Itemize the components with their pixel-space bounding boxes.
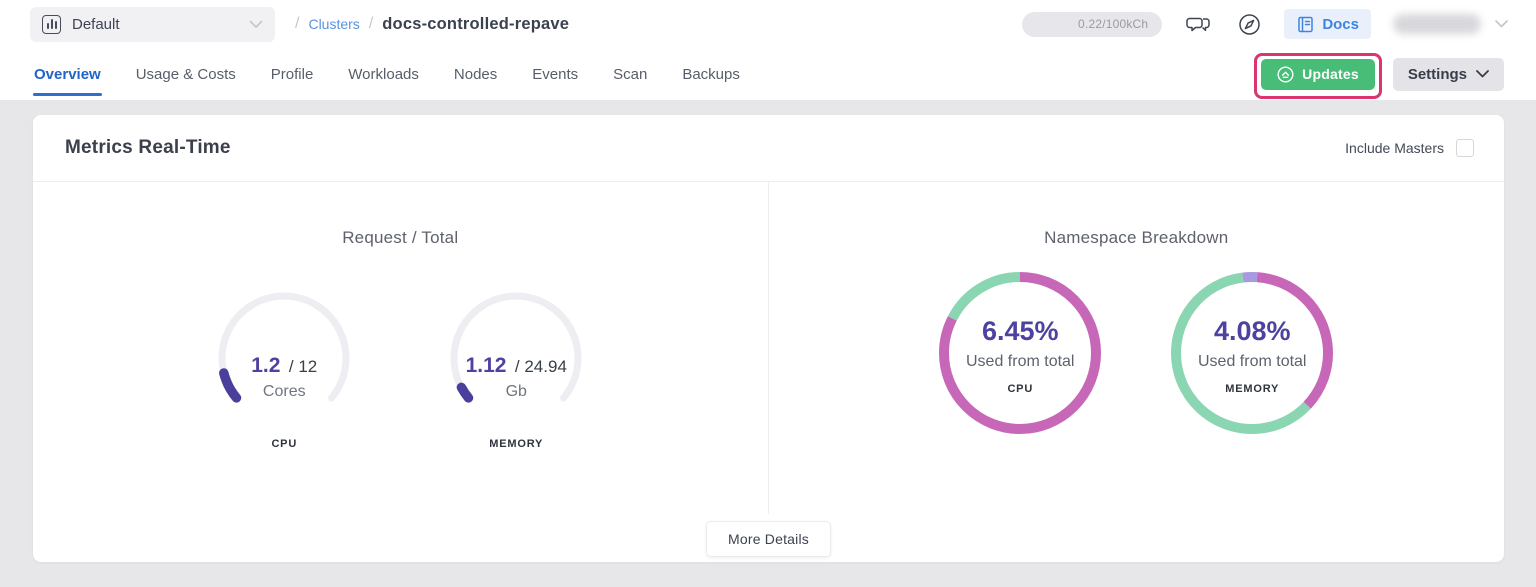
section-title-request-total: Request / Total: [342, 228, 458, 248]
tab-events[interactable]: Events: [531, 48, 579, 100]
top-bar: Default / Clusters / docs-controlled-rep…: [0, 0, 1536, 48]
cpu-metric-label: CPU: [204, 438, 364, 450]
memory-namespace-donut: 4.08% Used from total MEMORY: [1167, 268, 1337, 443]
user-menu[interactable]: [1393, 14, 1508, 34]
bar-chart-icon: [42, 15, 61, 34]
include-masters-checkbox[interactable]: [1456, 139, 1474, 157]
memory-gauge-value: 1.12: [466, 354, 507, 377]
section-title-namespace-breakdown: Namespace Breakdown: [1044, 228, 1228, 248]
compass-icon[interactable]: [1237, 12, 1262, 37]
tab-profile[interactable]: Profile: [270, 48, 315, 100]
usage-quota-badge: 0.22/100kCh: [1022, 12, 1162, 37]
breadcrumb-current-cluster: docs-controlled-repave: [382, 15, 569, 34]
upgrade-circle-icon: [1277, 66, 1294, 83]
workspace-label: Default: [72, 16, 120, 33]
memory-gauge: 1.12 / 24.94 Gb MEMORY: [436, 286, 596, 450]
settings-button[interactable]: Settings: [1393, 58, 1504, 91]
chat-icon[interactable]: [1186, 12, 1213, 36]
cpu-donut-label: Used from total: [935, 353, 1105, 371]
updates-button[interactable]: Updates: [1261, 59, 1375, 90]
memory-donut-label: Used from total: [1167, 353, 1337, 371]
cpu-gauge-total: / 12: [289, 357, 317, 376]
chevron-down-icon: [1495, 20, 1508, 28]
request-total-section: Request / Total 1.2 / 12 Cores: [33, 182, 769, 514]
page-content: Metrics Real-Time Include Masters Reques…: [0, 100, 1536, 562]
cpu-gauge-unit: Cores: [204, 383, 364, 401]
cpu-donut-value: 6.45%: [935, 316, 1105, 347]
include-masters-label: Include Masters: [1345, 140, 1444, 156]
cpu-donut-metric: CPU: [935, 383, 1105, 395]
metrics-real-time-card: Metrics Real-Time Include Masters Reques…: [33, 115, 1504, 562]
tab-backups[interactable]: Backups: [681, 48, 741, 100]
tab-usage-costs[interactable]: Usage & Costs: [135, 48, 237, 100]
breadcrumb-link-clusters[interactable]: Clusters: [308, 16, 359, 32]
cpu-namespace-donut: 6.45% Used from total CPU: [935, 268, 1105, 443]
memory-gauge-unit: Gb: [436, 383, 596, 401]
tab-scan[interactable]: Scan: [612, 48, 648, 100]
memory-donut-value: 4.08%: [1167, 316, 1337, 347]
breadcrumb: / Clusters / docs-controlled-repave: [295, 15, 569, 34]
breadcrumb-separator: /: [295, 15, 299, 33]
more-details-button[interactable]: More Details: [706, 521, 831, 557]
settings-button-label: Settings: [1408, 66, 1467, 83]
cpu-gauge: 1.2 / 12 Cores CPU: [204, 286, 364, 450]
user-name-redacted: [1393, 14, 1481, 34]
updates-button-label: Updates: [1302, 66, 1359, 82]
memory-gauge-total: / 24.94: [515, 357, 567, 376]
breadcrumb-separator: /: [369, 15, 373, 33]
memory-metric-label: MEMORY: [436, 438, 596, 450]
tab-overview[interactable]: Overview: [33, 48, 102, 100]
tab-nodes[interactable]: Nodes: [453, 48, 498, 100]
card-title: Metrics Real-Time: [65, 137, 231, 159]
docs-button[interactable]: Docs: [1284, 9, 1371, 39]
chevron-down-icon: [249, 20, 263, 29]
chevron-down-icon: [1476, 70, 1489, 78]
tab-workloads[interactable]: Workloads: [347, 48, 420, 100]
book-icon: [1296, 15, 1315, 34]
namespace-breakdown-section: Namespace Breakdown 6.45% Used from tota…: [769, 182, 1505, 514]
docs-button-label: Docs: [1322, 16, 1359, 33]
memory-donut-metric: MEMORY: [1167, 383, 1337, 395]
cpu-gauge-value: 1.2: [251, 354, 280, 377]
cluster-tab-bar: Overview Usage & Costs Profile Workloads…: [0, 48, 1536, 100]
workspace-selector[interactable]: Default: [30, 7, 275, 42]
